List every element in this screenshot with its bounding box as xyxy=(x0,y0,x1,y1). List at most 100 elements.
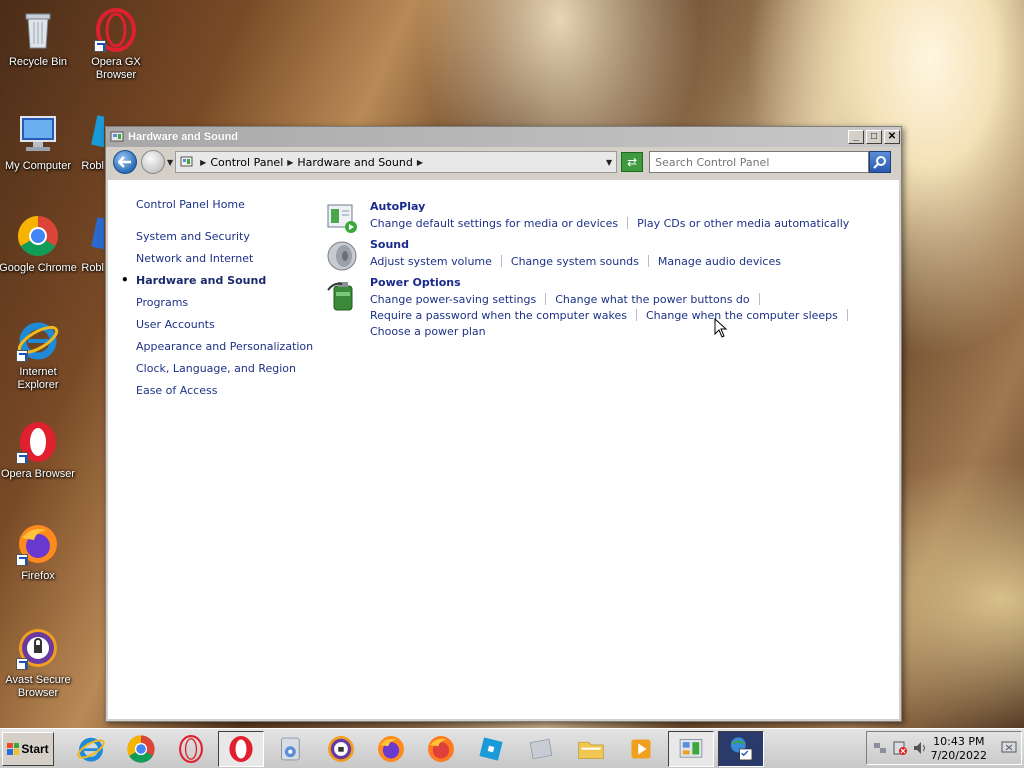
link-change-default-media-settings[interactable]: Change default settings for media or dev… xyxy=(370,216,618,232)
taskbar-avast-browser[interactable] xyxy=(318,731,364,767)
address-dropdown-icon[interactable]: ▼ xyxy=(606,158,612,167)
opera-gx-shortcut[interactable]: Opera GX Browser xyxy=(76,8,156,82)
shortcut-arrow-icon xyxy=(16,350,28,362)
taskbar-network-checklist[interactable] xyxy=(718,730,764,767)
minimize-button[interactable]: _ xyxy=(848,130,864,144)
recycle-bin-icon xyxy=(16,8,60,52)
link-change-sleep-time[interactable]: Change when the computer sleeps xyxy=(646,308,838,324)
clock-time: 10:43 PM xyxy=(933,735,985,748)
show-desktop-icon[interactable] xyxy=(1001,741,1017,758)
link-change-power-buttons[interactable]: Change what the power buttons do xyxy=(555,292,749,308)
breadcrumb-control-panel[interactable]: Control Panel xyxy=(210,156,283,169)
link-adjust-system-volume[interactable]: Adjust system volume xyxy=(370,254,492,270)
nav-clock-language-region[interactable]: Clock, Language, and Region xyxy=(136,362,321,375)
breadcrumb[interactable]: ▶ Control Panel ▶ Hardware and Sound ▶ ▼ xyxy=(175,151,618,173)
roblox-studio-shortcut[interactable]: Robl xyxy=(64,214,104,275)
nav-network-and-internet[interactable]: Network and Internet xyxy=(136,252,321,265)
link-change-power-saving-settings[interactable]: Change power-saving settings xyxy=(370,292,536,308)
refresh-button[interactable]: ⇄ xyxy=(621,152,644,172)
control-panel-icon xyxy=(679,738,703,758)
avast-browser-icon xyxy=(16,626,60,670)
security-alert-icon[interactable] xyxy=(893,741,907,758)
breadcrumb-chevron-icon[interactable]: ▶ xyxy=(200,158,206,167)
start-label: Start xyxy=(21,741,49,756)
mouse-cursor-icon xyxy=(714,318,728,338)
nav-appearance-and-personalization[interactable]: Appearance and Personalization xyxy=(136,340,321,353)
battery-plug-icon[interactable] xyxy=(326,278,360,312)
search-input[interactable] xyxy=(649,151,870,173)
desktop-icon-label: Opera GX Browser xyxy=(91,56,141,81)
breadcrumb-hardware-and-sound[interactable]: Hardware and Sound xyxy=(297,156,412,169)
recycle-bin-shortcut[interactable]: Recycle Bin xyxy=(0,8,78,69)
clock[interactable]: 10:43 PM 7/20/2022 xyxy=(931,735,987,763)
taskbar: Start 10:43 PM 7/20/2022 xyxy=(0,728,1024,768)
search-button[interactable] xyxy=(869,151,892,173)
opera-browser-shortcut[interactable]: Opera Browser xyxy=(0,420,78,481)
breadcrumb-chevron-icon[interactable]: ▶ xyxy=(287,158,293,167)
taskbar-firefox-2[interactable] xyxy=(418,731,464,767)
sound-title-link[interactable]: Sound xyxy=(370,238,781,251)
link-play-cds-automatically[interactable]: Play CDs or other media automatically xyxy=(637,216,849,232)
recent-pages-dropdown[interactable]: ▼ xyxy=(167,158,173,167)
back-button[interactable] xyxy=(113,150,137,174)
autoplay-title-link[interactable]: AutoPlay xyxy=(370,200,849,213)
opera-icon xyxy=(229,735,253,762)
back-arrow-icon xyxy=(118,156,131,168)
taskbar-roblox[interactable] xyxy=(468,731,514,767)
power-options-title-link[interactable]: Power Options xyxy=(370,276,857,289)
nav-hardware-and-sound[interactable]: Hardware and Sound xyxy=(121,273,321,287)
computer-icon xyxy=(16,112,60,156)
address-bar: ▼ ▶ Control Panel ▶ Hardware and Sound ▶… xyxy=(106,147,901,177)
taskbar-file-explorer[interactable] xyxy=(568,731,614,767)
forward-button[interactable] xyxy=(141,150,165,174)
firefox-shortcut[interactable]: Firefox xyxy=(0,522,78,583)
link-manage-audio-devices[interactable]: Manage audio devices xyxy=(658,254,781,270)
nav-control-panel-home[interactable]: Control Panel Home xyxy=(136,198,321,211)
left-navigation: Control Panel Home System and Security N… xyxy=(121,198,321,406)
desktop-icon-label: Robl xyxy=(81,262,104,274)
link-change-system-sounds[interactable]: Change system sounds xyxy=(511,254,639,270)
nav-ease-of-access[interactable]: Ease of Access xyxy=(136,384,321,397)
roblox-icon xyxy=(479,736,503,761)
taskbar-opera-gx[interactable] xyxy=(168,731,214,767)
close-button[interactable]: ✕ xyxy=(884,130,900,144)
refresh-icon: ⇄ xyxy=(627,155,638,169)
taskbar-media-center[interactable] xyxy=(618,731,664,767)
network-icon[interactable] xyxy=(873,741,887,758)
search-icon xyxy=(873,156,887,169)
clock-date: 7/20/2022 xyxy=(930,749,987,762)
breadcrumb-chevron-icon[interactable]: ▶ xyxy=(417,158,423,167)
control-panel-window[interactable]: Hardware and Sound _ □ ✕ ▼ ▶ Control Pan… xyxy=(105,126,902,722)
maximize-button[interactable]: □ xyxy=(866,130,882,144)
start-button[interactable]: Start xyxy=(2,731,54,766)
opera-icon xyxy=(16,420,60,464)
desktop-icon-label: Firefox xyxy=(21,570,55,582)
content-area: Control Panel Home System and Security N… xyxy=(108,180,899,719)
desktop-icon-label: Avast Secure Browser xyxy=(5,674,71,699)
link-require-password-on-wake[interactable]: Require a password when the computer wak… xyxy=(370,308,627,324)
taskbar-opera[interactable] xyxy=(218,730,264,767)
opera-gx-icon xyxy=(94,8,138,52)
nav-system-and-security[interactable]: System and Security xyxy=(136,230,321,243)
roblox-shortcut[interactable]: Robl xyxy=(64,112,104,173)
taskbar-control-panel[interactable] xyxy=(668,730,714,767)
autoplay-icon[interactable] xyxy=(326,202,360,236)
link-choose-power-plan[interactable]: Choose a power plan xyxy=(370,324,486,340)
window-titlebar[interactable]: Hardware and Sound _ □ ✕ xyxy=(106,127,901,147)
nav-programs[interactable]: Programs xyxy=(136,296,321,309)
taskbar-media-player[interactable] xyxy=(268,731,314,767)
shortcut-arrow-icon xyxy=(16,452,28,464)
taskbar-chrome[interactable] xyxy=(118,731,164,767)
link-separator xyxy=(647,255,649,267)
firefox-icon xyxy=(428,735,454,762)
volume-icon[interactable] xyxy=(913,741,927,758)
taskbar-internet-explorer[interactable] xyxy=(68,731,114,767)
taskbar-window-app[interactable] xyxy=(518,731,564,767)
nav-user-accounts[interactable]: User Accounts xyxy=(136,318,321,331)
internet-explorer-shortcut[interactable]: Internet Explorer xyxy=(0,318,78,392)
speaker-icon[interactable] xyxy=(326,240,360,274)
windows-flag-icon xyxy=(7,742,20,755)
taskbar-firefox[interactable] xyxy=(368,731,414,767)
avast-secure-browser-shortcut[interactable]: Avast Secure Browser xyxy=(0,626,78,700)
chrome-icon xyxy=(127,734,155,763)
